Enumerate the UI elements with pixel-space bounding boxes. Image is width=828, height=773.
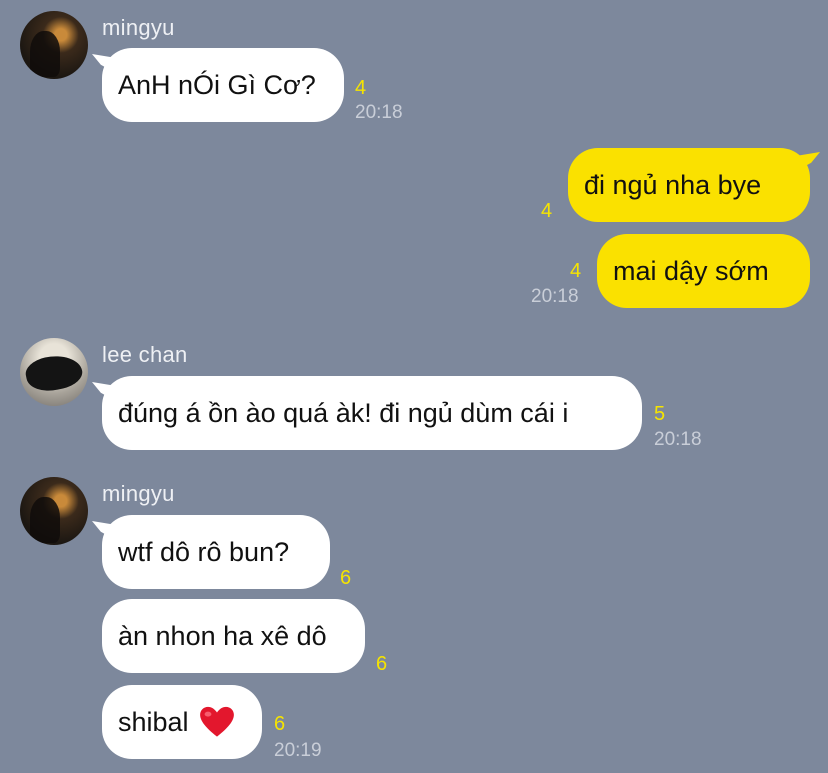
message-bubble[interactable]: đi ngủ nha bye: [568, 148, 820, 222]
message-time: 20:18: [654, 429, 702, 450]
message-time: 20:19: [274, 740, 322, 761]
unread-count: 6: [274, 713, 286, 735]
unread-count: 4: [541, 200, 553, 222]
unread-count: 6: [376, 653, 388, 675]
heart-icon: [199, 706, 234, 737]
bubble-tail: [92, 521, 114, 539]
unread-count: 4: [570, 260, 582, 282]
message-text: mai dậy sớm: [613, 255, 769, 286]
message-time: 20:18: [531, 286, 579, 307]
message-bubble[interactable]: AnH nÓi Gì Cơ?: [92, 48, 344, 122]
unread-count: 5: [654, 403, 666, 425]
bubble-tail: [92, 54, 114, 72]
message-text: đi ngủ nha bye: [584, 169, 762, 200]
message-text: àn nhon ha xê dô: [118, 620, 327, 651]
message-text: đúng á ồn ào quá àk! đi ngủ dùm cái i: [118, 397, 569, 428]
avatar-mingyu[interactable]: [20, 11, 88, 79]
sender-name: lee chan: [102, 342, 188, 367]
unread-count: 4: [355, 77, 367, 99]
message-bubble[interactable]: wtf dô rô bun?: [92, 515, 330, 589]
message-text: wtf dô rô bun?: [118, 536, 290, 567]
avatar-mingyu[interactable]: [20, 477, 88, 545]
message-bubble[interactable]: shibal: [102, 685, 262, 759]
message-bubble[interactable]: àn nhon ha xê dô: [102, 599, 365, 673]
message-text: shibal: [118, 706, 189, 737]
bubble-tail: [92, 382, 114, 400]
bubble-tail: [798, 152, 820, 170]
unread-count: 6: [340, 567, 352, 589]
message-bubble[interactable]: mai dậy sớm: [597, 234, 810, 308]
sender-name: mingyu: [102, 481, 175, 506]
message-bubble[interactable]: đúng á ồn ào quá àk! đi ngủ dùm cái i: [92, 376, 642, 450]
message-text: AnH nÓi Gì Cơ?: [118, 69, 316, 100]
sender-name: mingyu: [102, 15, 175, 40]
message-time: 20:18: [355, 102, 403, 123]
avatar-lee-chan[interactable]: [20, 338, 88, 406]
